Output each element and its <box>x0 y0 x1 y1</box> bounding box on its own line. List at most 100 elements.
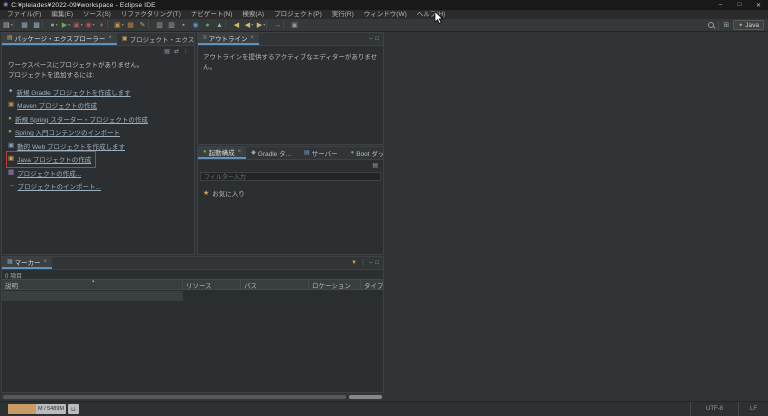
back-icon[interactable]: ◀ ▾ <box>243 19 255 31</box>
menu-item[interactable]: ヘルプ(H) <box>412 10 451 19</box>
menu-item[interactable]: リファクタリング(T) <box>116 10 186 19</box>
search-icon[interactable] <box>708 22 715 28</box>
tab-markers[interactable]: ▦ マーカー × <box>2 257 53 269</box>
tab-close-icon[interactable]: × <box>251 35 255 41</box>
user-icon[interactable]: ▲ <box>214 19 226 31</box>
link-label[interactable]: 動的 Web プロジェクトを作成します <box>17 141 125 151</box>
view-menu-icon[interactable]: ⋮ <box>183 49 189 55</box>
maximize-button[interactable]: □ <box>730 0 749 10</box>
markers-panel: ▦ マーカー × ▼ ⋮ – □ 0 項目 説明 ▴ リソース パス ロケーション … <box>1 256 384 393</box>
outline-panel: ≡ アウトライン × – □ アウトラインを提供するアクティブなエディターがありませ… <box>197 32 384 145</box>
run-icon[interactable]: ▶ ▾ <box>60 19 72 31</box>
filter-funnel-icon[interactable]: ▼ <box>351 260 357 266</box>
menu-item[interactable]: プロジェクト(P) <box>269 10 327 19</box>
search-tasks-icon[interactable]: ▥ <box>154 19 166 31</box>
link-import-projects[interactable]: → プロジェクトのインポート... <box>8 180 104 194</box>
window-controls: – □ ✕ <box>711 0 768 10</box>
new-java-project-icon[interactable]: ▣ ▾ <box>113 19 125 31</box>
panel-minimize-icon[interactable]: – <box>369 36 372 42</box>
tab-launch-configurations[interactable]: ● 起動構成 × <box>198 147 247 159</box>
menu-item[interactable]: 検索(A) <box>237 10 269 19</box>
pin-editor-icon[interactable]: ▣ <box>289 19 301 31</box>
open-type-icon[interactable]: ◉ <box>190 19 202 31</box>
link-new-gradle-project[interactable]: ✦ 新規 Gradle プロジェクトを作成します <box>8 85 134 99</box>
run-last-icon[interactable]: ● <box>202 19 214 31</box>
column-header-location[interactable]: ロケーション <box>309 280 361 289</box>
link-create-dynamic-web-project[interactable]: ▣ 動的 Web プロジェクトを作成します <box>8 139 128 153</box>
forward-icon[interactable]: ▶ ▾ <box>255 19 267 31</box>
heap-status-text: M / 5489M <box>38 406 64 412</box>
scrollbar-thumb[interactable] <box>3 395 346 399</box>
collapse-all-icon[interactable]: ▤ <box>372 163 378 169</box>
link-create-project[interactable]: ▦ プロジェクトの作成... <box>8 166 84 180</box>
save-icon[interactable]: ▦ <box>19 19 31 31</box>
favorites-tree-item[interactable]: ★ お気に入り <box>198 186 383 200</box>
menu-item[interactable]: ウィンドウ(W) <box>359 10 412 19</box>
panel-maximize-icon[interactable]: □ <box>375 36 379 42</box>
link-label[interactable]: Maven プロジェクトの作成 <box>17 100 97 110</box>
menu-item[interactable]: ソース(S) <box>78 10 116 19</box>
next-annotation-icon[interactable]: → <box>272 19 284 31</box>
horizontal-scrollbar[interactable] <box>1 394 384 400</box>
link-label[interactable]: 新規 Spring スターター・プロジェクトの作成 <box>15 114 148 124</box>
column-header-path[interactable]: パス <box>241 280 309 289</box>
last-edit-location-icon[interactable]: ◀ <box>231 19 243 31</box>
tab-boot-dashboard[interactable]: ●Boot ダッ... <box>346 147 383 159</box>
task-view-icon[interactable]: ▥ <box>166 19 178 31</box>
open-perspective-icon[interactable]: ⊞ <box>723 21 729 29</box>
panel-minimize-icon[interactable]: – <box>369 260 372 266</box>
tab-project-explorer[interactable]: ▣プロジェクト・エクスプローラー <box>117 33 194 45</box>
menu-item[interactable]: 実行(R) <box>327 10 359 19</box>
external-tools-icon[interactable]: ◉ ▾ <box>84 19 96 31</box>
profile-icon[interactable]: ♦ <box>96 19 108 31</box>
markers-table-body[interactable] <box>2 290 383 392</box>
column-header-resource[interactable]: リソース <box>183 280 241 289</box>
tab-package-explorer[interactable]: ▤ パッケージ・エクスプローラー × <box>2 33 117 45</box>
menu-item[interactable]: ファイル(F) <box>2 10 46 19</box>
link-label[interactable]: プロジェクトのインポート... <box>18 181 101 191</box>
mark-occurrences-icon[interactable]: ▪ <box>178 19 190 31</box>
tab-icon: ◆ <box>251 150 256 156</box>
link-create-maven-project[interactable]: ▣ Maven プロジェクトの作成 <box>8 99 100 113</box>
column-header-type[interactable]: タイプ <box>361 280 383 290</box>
tab-gradle-tasks[interactable]: ◆ Gradle タ... <box>246 147 299 159</box>
tab-servers[interactable]: ▤ サーバー <box>299 147 346 159</box>
link-import-spring-getting-started[interactable]: ● Spring 入門コンテンツのインポート <box>8 126 123 140</box>
scrollbar-thumb-end[interactable] <box>349 395 382 399</box>
tab-outline[interactable]: ≡ アウトライン × <box>198 33 260 45</box>
link-label[interactable]: 新規 Gradle プロジェクトを作成します <box>16 87 130 97</box>
tab-close-icon[interactable]: × <box>44 259 48 265</box>
project-type-icon: ▣ <box>8 101 15 108</box>
project-type-icon: ▣ <box>8 155 15 162</box>
column-header-description[interactable]: 説明 ▴ <box>2 280 183 289</box>
tab-close-icon[interactable]: × <box>108 35 112 41</box>
mouse-cursor <box>434 11 444 24</box>
javadoc-icon[interactable]: ✎ <box>137 19 149 31</box>
java-perspective-button[interactable]: ✦ Java <box>733 20 764 30</box>
debug-icon[interactable]: ● ▾ <box>48 19 60 31</box>
minimize-button[interactable]: – <box>711 0 730 10</box>
new-package-icon[interactable]: ▦ <box>125 19 137 31</box>
link-with-editor-icon[interactable]: ⇄ <box>174 49 179 55</box>
collapse-all-icon[interactable]: ▤ <box>164 49 170 55</box>
outline-icon: ≡ <box>203 35 207 41</box>
coverage-icon[interactable]: ▣ ▾ <box>72 19 84 31</box>
panel-maximize-icon[interactable]: □ <box>375 260 379 266</box>
menu-item[interactable]: 編集(E) <box>46 10 78 19</box>
run-garbage-collector-button[interactable]: ⊔ <box>68 404 79 414</box>
save-all-icon[interactable]: ▩ <box>31 19 43 31</box>
link-label[interactable]: Spring 入門コンテンツのインポート <box>15 127 120 137</box>
project-type-icon: ▣ <box>8 141 15 149</box>
close-button[interactable]: ✕ <box>749 0 768 10</box>
tab-close-icon[interactable]: × <box>238 149 242 155</box>
link-label[interactable]: プロジェクトの作成... <box>17 168 81 178</box>
link-label[interactable]: Java プロジェクトの作成 <box>17 154 91 164</box>
line-ending-indicator: LF <box>738 402 768 416</box>
menu-item[interactable]: ナビゲート(N) <box>186 10 238 19</box>
new-wizard-icon[interactable]: ▤ ▾ <box>2 19 14 31</box>
link-create-java-project[interactable]: ▣ Java プロジェクトの作成 <box>5 150 97 168</box>
launch-filter-input[interactable]: フィルター入力 <box>200 172 381 181</box>
view-menu-icon[interactable]: ⋮ <box>360 260 366 266</box>
link-new-spring-starter-project[interactable]: ● 新規 Spring スターター・プロジェクトの作成 <box>8 112 151 126</box>
eclipse-logo-icon: ◉ <box>3 2 9 8</box>
